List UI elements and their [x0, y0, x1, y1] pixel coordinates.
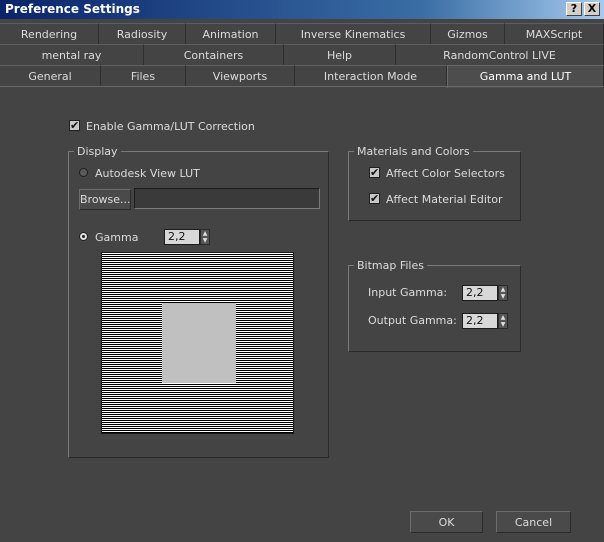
view-lut-label: Autodesk View LUT [95, 167, 200, 180]
tab-radiosity[interactable]: Radiosity [99, 23, 186, 44]
close-button[interactable]: X [584, 2, 600, 16]
tab-gizmos[interactable]: Gizmos [431, 23, 505, 44]
tab-files[interactable]: Files [101, 65, 186, 86]
tab-gamma-and-lut[interactable]: Gamma and LUT [447, 65, 604, 88]
lut-path-field[interactable] [134, 188, 320, 209]
spin-up-icon[interactable]: ▲ [499, 286, 507, 293]
ok-button[interactable]: OK [410, 511, 483, 533]
affect-material-editor-label: Affect Material Editor [386, 193, 503, 206]
affect-material-editor-checkbox[interactable]: ✔ [369, 193, 380, 204]
gamma-radio[interactable] [79, 232, 88, 241]
display-legend: Display [74, 145, 121, 158]
gamma-label: Gamma [95, 231, 139, 244]
gamma-value[interactable]: 2,2 [164, 229, 200, 245]
gamma-test-pattern [101, 252, 294, 434]
tab-maxscript[interactable]: MAXScript [505, 23, 604, 44]
input-gamma-label: Input Gamma: [368, 286, 448, 299]
spin-up-icon[interactable]: ▲ [499, 314, 507, 321]
spin-down-icon[interactable]: ▼ [201, 237, 209, 244]
gamma-spinner[interactable]: 2,2 ▲ ▼ [164, 229, 210, 245]
tab-row-2: mental ray Containers Help RandomControl… [0, 44, 604, 65]
browse-button[interactable]: Browse... [79, 189, 131, 210]
input-gamma-spinner[interactable]: 2,2 ▲ ▼ [462, 285, 508, 301]
output-gamma-label: Output Gamma: [368, 314, 457, 327]
tab-viewports[interactable]: Viewports [186, 65, 295, 86]
help-button[interactable]: ? [566, 2, 582, 16]
spin-up-icon[interactable]: ▲ [201, 230, 209, 237]
tab-interaction-mode[interactable]: Interaction Mode [295, 65, 447, 86]
tab-animation[interactable]: Animation [186, 23, 276, 44]
tab-help[interactable]: Help [284, 44, 396, 65]
output-gamma-value[interactable]: 2,2 [462, 313, 498, 329]
enable-gamma-label: Enable Gamma/LUT Correction [86, 120, 255, 133]
tab-containers[interactable]: Containers [144, 44, 284, 65]
spin-down-icon[interactable]: ▼ [499, 293, 507, 300]
tab-row-1: Rendering Radiosity Animation Inverse Ki… [0, 23, 604, 44]
gamma-reference-patch [162, 303, 236, 383]
affect-color-selectors-label: Affect Color Selectors [386, 167, 505, 180]
affect-color-selectors-checkbox[interactable]: ✔ [369, 167, 380, 178]
view-lut-radio[interactable] [79, 168, 88, 177]
tab-randomcontrol-live[interactable]: RandomControl LIVE [396, 44, 604, 65]
materials-colors-group: Materials and Colors [348, 145, 521, 221]
input-gamma-value[interactable]: 2,2 [462, 285, 498, 301]
tab-row-3: General Files Viewports Interaction Mode… [0, 65, 604, 88]
tab-mental-ray[interactable]: mental ray [0, 44, 144, 65]
tab-inverse-kinematics[interactable]: Inverse Kinematics [276, 23, 431, 44]
tab-separator [0, 86, 604, 87]
bitmap-files-group: Bitmap Files [348, 259, 521, 352]
enable-gamma-checkbox[interactable]: ✔ [69, 120, 80, 131]
materials-colors-legend: Materials and Colors [354, 145, 473, 158]
bitmap-files-legend: Bitmap Files [354, 259, 427, 272]
cancel-button[interactable]: Cancel [496, 511, 571, 533]
tab-general[interactable]: General [0, 65, 101, 86]
window-title: Preference Settings [5, 2, 140, 16]
spin-down-icon[interactable]: ▼ [499, 321, 507, 328]
title-bar: Preference Settings [0, 0, 604, 19]
output-gamma-spinner[interactable]: 2,2 ▲ ▼ [462, 313, 508, 329]
tab-rendering[interactable]: Rendering [0, 23, 99, 44]
